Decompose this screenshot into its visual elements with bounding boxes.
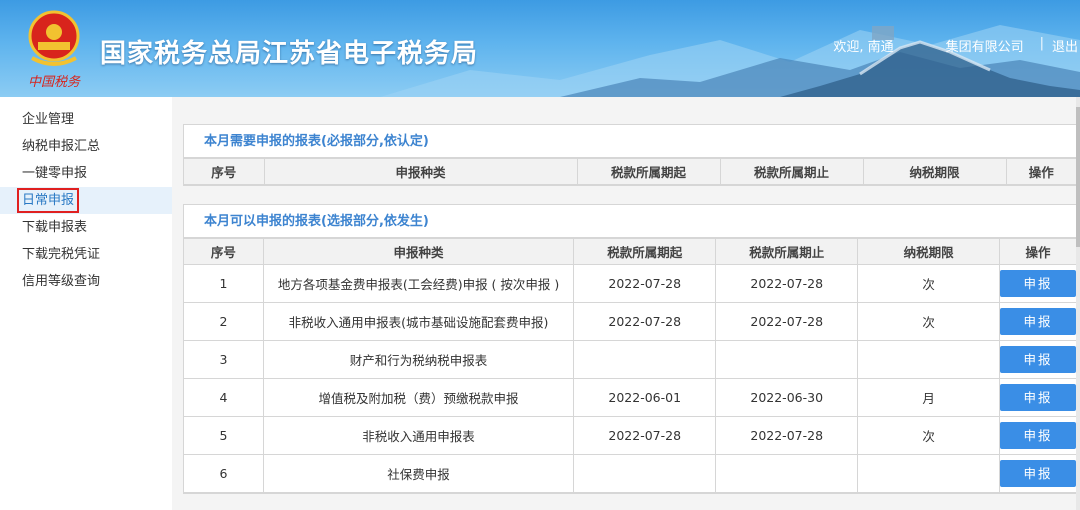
row-number: 4 — [184, 378, 264, 417]
row-number: 3 — [184, 340, 264, 379]
filing-type: 非税收入通用申报表 — [262, 416, 575, 455]
logout-link[interactable]: 退出 — [1052, 36, 1078, 55]
period-end — [715, 454, 859, 493]
user-area: 欢迎, 南通 集团有限公司 | 退出 — [833, 36, 1080, 55]
optional-returns-table: 序号 申报种类 税款所属期起 税款所属期止 纳税期限 操作 1 地方各项基金费申… — [184, 238, 1076, 493]
scrollbar-thumb[interactable] — [1076, 107, 1080, 247]
column-header: 税款所属期起 — [576, 158, 721, 185]
column-header: 纳税期限 — [862, 158, 1007, 185]
column-header: 申报种类 — [263, 158, 578, 185]
required-panel-title: 本月需要申报的报表(必报部分,依认定) — [184, 125, 1076, 158]
optional-returns-panel: 本月可以申报的报表(选报部分,依发生) 序号 申报种类 税款所属期起 税款所属期… — [183, 204, 1077, 494]
file-return-button[interactable]: 申报 — [1000, 270, 1076, 297]
sidebar-item-download-tax-certificate[interactable]: 下载完税凭证 — [0, 241, 172, 268]
period-end: 2022-07-28 — [715, 416, 859, 455]
action-cell: 申报 — [999, 416, 1076, 455]
table-header-row: 序号 申报种类 税款所属期起 税款所属期止 纳税期限 操作 — [184, 158, 1076, 185]
table-header-row: 序号 申报种类 税款所属期起 税款所属期止 纳税期限 操作 — [184, 238, 1076, 265]
action-cell: 申报 — [999, 302, 1076, 341]
row-number: 5 — [184, 416, 264, 455]
filing-period: 次 — [857, 416, 1000, 455]
sidebar-item-credit-rating-query[interactable]: 信用等级查询 — [0, 268, 172, 295]
period-start — [573, 340, 717, 379]
filing-type: 社保费申报 — [262, 454, 575, 493]
column-header: 操作 — [1005, 158, 1076, 185]
period-end: 2022-07-28 — [715, 264, 859, 303]
table-row: 4 增值税及附加税（费）预缴税款申报 2022-06-01 2022-06-30… — [184, 378, 1076, 417]
period-end: 2022-06-30 — [715, 378, 859, 417]
period-start: 2022-06-01 — [573, 378, 717, 417]
filing-type: 地方各项基金费申报表(工会经费)申报 ( 按次申报 ) — [262, 264, 575, 303]
row-number: 2 — [184, 302, 264, 341]
action-cell: 申报 — [999, 378, 1076, 417]
table-row: 1 地方各项基金费申报表(工会经费)申报 ( 按次申报 ) 2022-07-28… — [184, 264, 1076, 303]
file-return-button[interactable]: 申报 — [1000, 308, 1076, 335]
file-return-button[interactable]: 申报 — [1000, 460, 1076, 487]
filing-period: 次 — [857, 264, 1000, 303]
period-start: 2022-07-28 — [573, 416, 717, 455]
filing-type: 增值税及附加税（费）预缴税款申报 — [262, 378, 575, 417]
table-row: 2 非税收入通用申报表(城市基础设施配套费申报) 2022-07-28 2022… — [184, 302, 1076, 341]
company-name: 集团有限公司 — [945, 40, 1024, 55]
required-returns-panel: 本月需要申报的报表(必报部分,依认定) 序号 申报种类 税款所属期起 税款所属期… — [183, 124, 1077, 186]
sidebar-item-enterprise-management[interactable]: 企业管理 — [0, 106, 172, 133]
emblem-caption: 中国税务 — [28, 75, 81, 90]
period-start — [573, 454, 717, 493]
period-start: 2022-07-28 — [573, 264, 717, 303]
site-title: 国家税务总局江苏省电子税务局 — [100, 39, 479, 69]
table-row: 6 社保费申报 申报 — [184, 454, 1076, 493]
period-end: 2022-07-28 — [715, 302, 859, 341]
filing-period — [857, 340, 1000, 379]
row-number: 1 — [184, 264, 264, 303]
file-return-button[interactable]: 申报 — [1000, 346, 1076, 373]
filing-type: 财产和行为税纳税申报表 — [262, 340, 575, 379]
required-returns-table: 序号 申报种类 税款所属期起 税款所属期止 纳税期限 操作 — [184, 158, 1076, 185]
sidebar-item-download-returns[interactable]: 下载申报表 — [0, 214, 172, 241]
table-row: 3 财产和行为税纳税申报表 申报 — [184, 340, 1076, 379]
table-row: 5 非税收入通用申报表 2022-07-28 2022-07-28 次 申报 — [184, 416, 1076, 455]
period-start: 2022-07-28 — [573, 302, 717, 341]
column-header: 税款所属期止 — [715, 238, 859, 265]
welcome-text: 欢迎, 南通 — [833, 40, 894, 55]
main-content: 本月需要申报的报表(必报部分,依认定) 序号 申报种类 税款所属期起 税款所属期… — [172, 97, 1080, 510]
column-header: 税款所属期止 — [719, 158, 864, 185]
column-header: 序号 — [184, 158, 265, 185]
filing-type: 非税收入通用申报表(城市基础设施配套费申报) — [262, 302, 575, 341]
filing-period: 次 — [857, 302, 1000, 341]
filing-period — [857, 454, 1000, 493]
file-return-button[interactable]: 申报 — [1000, 422, 1076, 449]
file-return-button[interactable]: 申报 — [1000, 384, 1076, 411]
column-header: 操作 — [999, 238, 1076, 265]
optional-panel-title: 本月可以申报的报表(选报部分,依发生) — [184, 205, 1076, 238]
sidebar-item-daily-filing[interactable]: 日常申报 — [0, 187, 172, 214]
site-header: 中国税务 国家税务总局江苏省电子税务局 欢迎, 南通 集团有限公司 | 退出 — [0, 0, 1080, 97]
sidebar-item-filing-summary[interactable]: 纳税申报汇总 — [0, 133, 172, 160]
column-header: 序号 — [184, 238, 264, 265]
row-number: 6 — [184, 454, 264, 493]
period-end — [715, 340, 859, 379]
action-cell: 申报 — [999, 454, 1076, 493]
column-header: 申报种类 — [262, 238, 575, 265]
column-header: 税款所属期起 — [573, 238, 717, 265]
sidebar-nav: 企业管理 纳税申报汇总 一键零申报 日常申报 下载申报表 下载完税凭证 信用等级… — [0, 97, 172, 510]
filing-period: 月 — [857, 378, 1000, 417]
action-cell: 申报 — [999, 264, 1076, 303]
header-separator: | — [1039, 36, 1044, 51]
vertical-scrollbar[interactable] — [1076, 97, 1080, 510]
sidebar-item-one-click-zero-filing[interactable]: 一键零申报 — [0, 160, 172, 187]
column-header: 纳税期限 — [857, 238, 1000, 265]
tax-emblem-logo: 中国税务 — [22, 8, 86, 90]
action-cell: 申报 — [999, 340, 1076, 379]
